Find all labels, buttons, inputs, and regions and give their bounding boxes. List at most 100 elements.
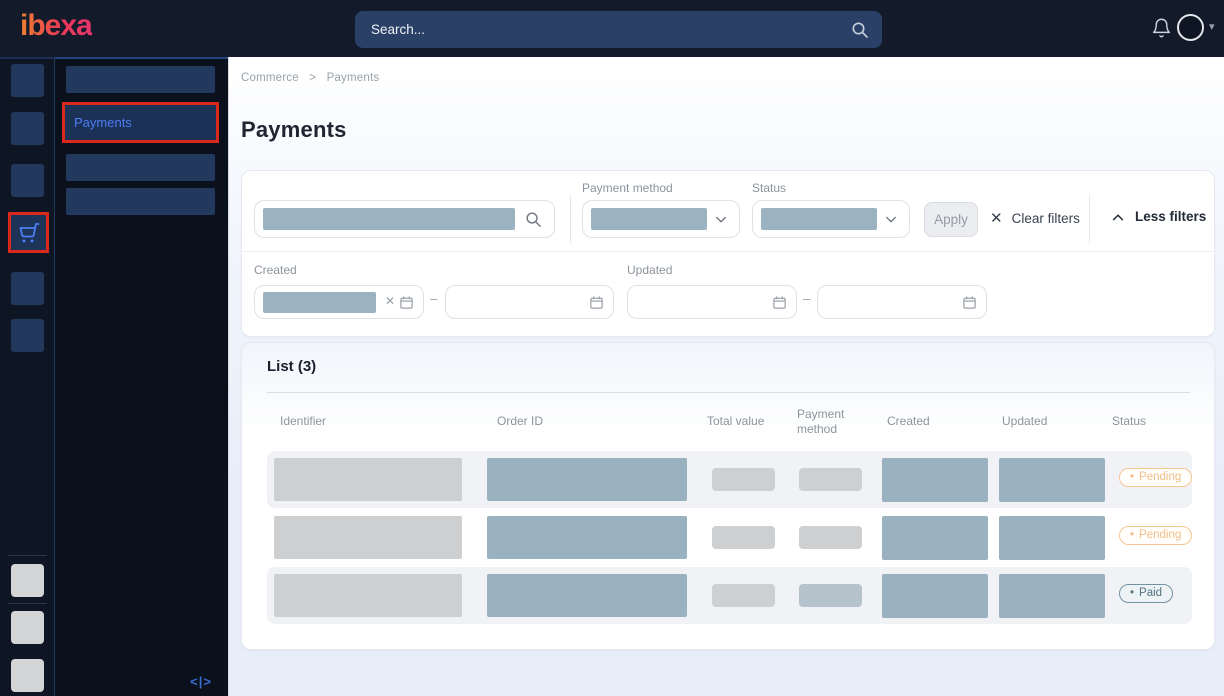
sidebar-item-payments[interactable]: Payments <box>62 102 219 143</box>
less-filters-toggle[interactable]: Less filters <box>1111 209 1206 224</box>
chevron-down-icon <box>884 214 898 226</box>
status-badge: • Paid <box>1119 584 1173 603</box>
clear-filters-label: Clear filters <box>1012 211 1080 226</box>
column-header-order-id: Order ID <box>497 414 543 428</box>
payment-method-placeholder <box>799 468 862 491</box>
search-value-placeholder <box>263 208 515 230</box>
list-title: List (3) <box>267 358 316 375</box>
column-header-identifier: Identifier <box>280 414 326 428</box>
user-avatar[interactable] <box>1177 14 1204 41</box>
identifier-placeholder <box>274 516 462 559</box>
user-menu-caret-icon[interactable]: ▾ <box>1209 20 1215 33</box>
calendar-icon <box>399 295 414 310</box>
filter-row-divider <box>242 251 1214 252</box>
status-badge: • Pending <box>1119 468 1192 487</box>
column-header-updated: Updated <box>1002 414 1047 428</box>
sidebar-divider <box>8 555 47 556</box>
notifications-bell-icon[interactable] <box>1151 17 1172 39</box>
created-to-date-input[interactable] <box>445 285 614 319</box>
section-sidebar: Payments <|> <box>55 57 228 696</box>
status-label: Pending <box>1139 471 1181 483</box>
breadcrumb-payments: Payments <box>327 72 380 84</box>
sidebar-icon-placeholder-3[interactable] <box>11 164 44 197</box>
clear-x-icon: ✕ <box>990 209 1003 227</box>
sidebar-nav-placeholder-1[interactable] <box>66 66 215 93</box>
brand-logo[interactable]: ibexa <box>20 9 92 43</box>
sidebar-nav-placeholder-3[interactable] <box>66 188 215 215</box>
status-label: Pending <box>1139 529 1181 541</box>
created-from-date-input[interactable]: ✕ <box>254 285 424 319</box>
column-header-payment-method: Payment method <box>797 407 861 437</box>
sidebar-icon-placeholder-1[interactable] <box>11 64 44 97</box>
updated-label: Updated <box>627 263 672 277</box>
payment-method-label: Payment method <box>582 181 673 195</box>
created-placeholder <box>882 574 988 618</box>
payment-method-placeholder <box>799 584 862 607</box>
apply-button[interactable]: Apply <box>924 202 978 237</box>
list-divider <box>267 392 1190 393</box>
total-value-placeholder <box>712 468 775 491</box>
topbar: ibexa ▾ <box>0 0 1224 57</box>
order-id-placeholder <box>487 458 687 501</box>
date-value-placeholder <box>263 292 376 313</box>
global-search[interactable] <box>355 11 882 48</box>
select-value-placeholder <box>761 208 877 230</box>
total-value-placeholder <box>712 584 775 607</box>
status-label: Status <box>752 181 786 195</box>
updated-placeholder <box>999 574 1105 618</box>
payments-list-panel: List (3) Identifier Order ID Total value… <box>241 342 1215 650</box>
order-id-placeholder <box>487 574 687 617</box>
app-root: ibexa ▾ <box>0 0 1224 696</box>
sidebar-resize-handle-icon[interactable]: <|> <box>190 674 212 689</box>
status-dot-icon: • <box>1130 529 1134 541</box>
order-id-placeholder <box>487 516 687 559</box>
calendar-icon <box>589 295 604 310</box>
status-label: Paid <box>1139 587 1162 599</box>
search-input[interactable] <box>371 11 841 48</box>
calendar-icon <box>962 295 977 310</box>
updated-placeholder <box>999 516 1105 560</box>
filters-panel: Payment method Status Apply ✕ Clear filt… <box>241 170 1215 337</box>
date-range-separator: – <box>430 291 437 306</box>
status-select[interactable] <box>752 200 910 238</box>
table-row[interactable]: • Pending <box>267 509 1192 566</box>
sidebar-item-payments-label: Payments <box>74 115 132 130</box>
created-placeholder <box>882 516 988 560</box>
clear-date-icon[interactable]: ✕ <box>385 294 395 308</box>
identifier-placeholder <box>274 458 462 501</box>
sidebar-bottom-icon-placeholder-2[interactable] <box>11 611 44 644</box>
identifier-placeholder <box>274 574 462 617</box>
total-value-placeholder <box>712 526 775 549</box>
less-filters-label: Less filters <box>1135 209 1206 224</box>
calendar-icon <box>772 295 787 310</box>
sidebar-bottom-icon-placeholder-3[interactable] <box>11 659 44 692</box>
sidebar-divider <box>8 603 47 604</box>
column-header-status: Status <box>1112 414 1146 428</box>
table-row[interactable]: • Pending <box>267 451 1192 508</box>
sidebar-icon-placeholder-4[interactable] <box>11 272 44 305</box>
chevron-down-icon <box>714 214 728 226</box>
updated-from-date-input[interactable] <box>627 285 797 319</box>
filter-search-input[interactable] <box>254 200 555 238</box>
breadcrumb-separator: > <box>309 72 316 84</box>
created-label: Created <box>254 263 297 277</box>
search-icon <box>851 21 869 39</box>
page-title: Payments <box>241 117 347 143</box>
payment-method-select[interactable] <box>582 200 740 238</box>
updated-to-date-input[interactable] <box>817 285 987 319</box>
sidebar-item-commerce[interactable] <box>8 212 49 253</box>
clear-filters-button[interactable]: ✕ Clear filters <box>990 209 1080 227</box>
search-icon <box>525 211 542 228</box>
sidebar-icon-placeholder-2[interactable] <box>11 112 44 145</box>
table-row[interactable]: • Paid <box>267 567 1192 624</box>
icon-sidebar <box>0 57 55 696</box>
sidebar-bottom-icon-placeholder-1[interactable] <box>11 564 44 597</box>
column-header-created: Created <box>887 414 930 428</box>
breadcrumb-commerce[interactable]: Commerce <box>241 72 299 84</box>
sidebar-icon-placeholder-5[interactable] <box>11 319 44 352</box>
filter-divider <box>1089 195 1090 243</box>
status-dot-icon: • <box>1130 471 1134 483</box>
breadcrumb: Commerce > Payments <box>241 72 386 84</box>
chevron-up-icon <box>1111 212 1125 222</box>
sidebar-nav-placeholder-2[interactable] <box>66 154 215 181</box>
